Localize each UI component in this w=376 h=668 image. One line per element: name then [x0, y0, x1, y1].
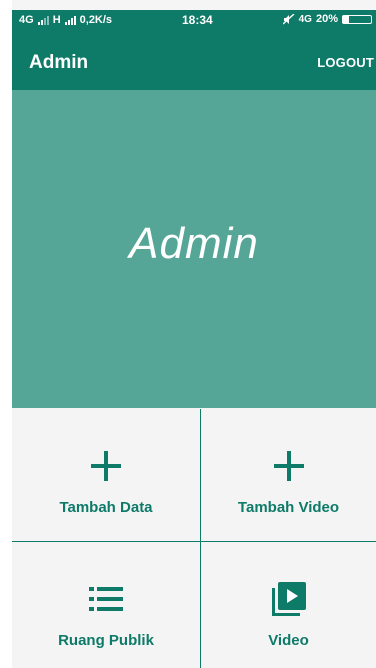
ruang-publik-label: Ruang Publik	[58, 632, 154, 649]
network-type-label: 4G	[19, 14, 34, 26]
list-icon	[89, 580, 123, 618]
tambah-data-button[interactable]: Tambah Data	[12, 409, 200, 540]
ruang-publik-button[interactable]: Ruang Publik	[12, 542, 200, 668]
video-library-icon	[269, 580, 309, 618]
status-left: 4G H 0,2K/s	[19, 14, 112, 26]
app-bar-title: Admin	[29, 52, 89, 73]
mute-icon	[282, 13, 295, 25]
signal-icon	[37, 15, 49, 25]
battery-icon	[342, 14, 372, 24]
status-bar: 4G H 0,2K/s 18:34 4G 20%	[12, 10, 376, 32]
tambah-video-button[interactable]: Tambah Video	[201, 409, 376, 540]
plus-icon	[89, 447, 123, 485]
hero-title: Admin	[129, 219, 259, 268]
network-speed: 0,2K/s	[79, 14, 113, 26]
status-right: 4G 20%	[282, 13, 372, 25]
tambah-video-label: Tambah Video	[237, 499, 340, 516]
network-type-label-3: 4G	[298, 13, 312, 25]
plus-icon	[272, 447, 306, 485]
menu-grid: Tambah Data Tambah Video Ruang Publik Vi…	[12, 409, 376, 668]
signal-icon-2	[64, 15, 76, 25]
status-time: 18:34	[182, 13, 213, 27]
network-type-label-2: H	[52, 14, 61, 26]
video-label: Video	[268, 632, 309, 649]
logout-button[interactable]: LOGOUT	[317, 55, 374, 70]
tambah-data-label: Tambah Data	[59, 499, 153, 516]
hero-banner: Admin	[12, 90, 376, 408]
video-button[interactable]: Video	[201, 542, 376, 668]
app-screen: 4G H 0,2K/s 18:34 4G 20% Admin LOGOUT Ad…	[12, 0, 376, 668]
battery-percent: 20%	[315, 13, 338, 25]
app-bar: Admin LOGOUT	[12, 32, 376, 90]
